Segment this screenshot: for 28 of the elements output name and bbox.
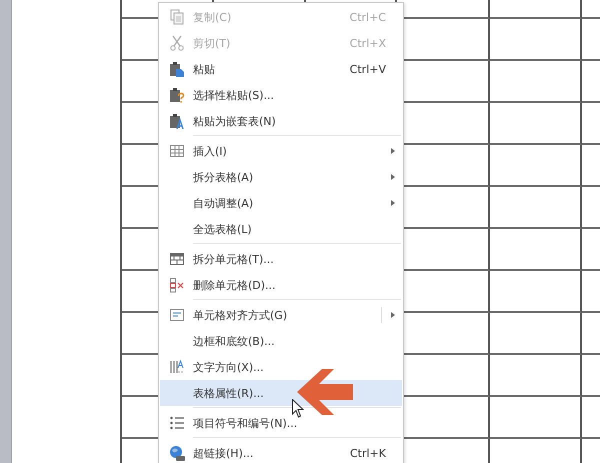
menu-item[interactable]: 自动调整(A)	[160, 190, 402, 216]
clipboard-letter-icon	[168, 113, 184, 129]
globe-icon	[168, 445, 184, 461]
bullet-list-icon	[168, 415, 184, 431]
menu-item[interactable]: 删除单元格(D)...	[160, 272, 402, 298]
delete-cells-icon	[168, 277, 184, 293]
clipboard-question-icon	[168, 87, 184, 103]
scissors-icon	[168, 35, 184, 51]
menu-item[interactable]: 粘贴 Ctrl+V	[160, 56, 402, 82]
menu-item[interactable]: 拆分单元格(T)...	[160, 246, 402, 272]
menu-item[interactable]: 选择性粘贴(S)...	[160, 82, 402, 108]
clipboard-icon	[168, 61, 184, 77]
menu-item[interactable]: 超链接(H)... Ctrl+K	[160, 440, 402, 463]
menu-item[interactable]: 拆分表格(A)	[160, 164, 402, 190]
menu-item[interactable]: 插入(I)	[160, 138, 402, 164]
text-direction-icon	[168, 359, 184, 375]
menu-item[interactable]: 项目符号和编号(N)...	[160, 410, 402, 436]
menu-item[interactable]: 粘贴为嵌套表(N)	[160, 108, 402, 134]
menu-item[interactable]: 单元格对齐方式(G)	[160, 302, 402, 328]
pointer-arrow	[297, 369, 353, 415]
menu-item[interactable]: 文字方向(X)...	[160, 354, 402, 380]
menu-item[interactable]: 全选表格(L)	[160, 216, 402, 242]
menu-item[interactable]: 边框和底纹(B)...	[160, 328, 402, 354]
align-icon	[168, 307, 184, 323]
split-cells-icon	[168, 251, 184, 267]
table-icon	[168, 143, 184, 159]
mouse-cursor-icon	[292, 399, 304, 419]
copy-icon	[168, 9, 184, 25]
